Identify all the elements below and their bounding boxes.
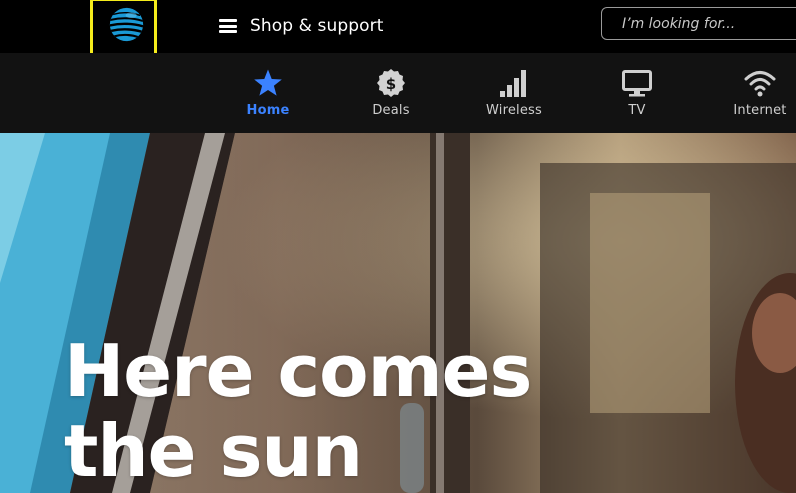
hero-title-line2: the sun <box>64 409 363 493</box>
dollar-badge-icon: $ <box>377 69 405 97</box>
hamburger-menu-icon <box>219 19 237 33</box>
hero-title-line1: Here comes <box>64 329 532 413</box>
nav-item-home[interactable]: Home <box>218 53 318 133</box>
nav-label-internet: Internet <box>733 103 787 118</box>
svg-text:$: $ <box>386 75 396 93</box>
star-icon <box>254 69 282 96</box>
nav-label-wireless: Wireless <box>486 103 542 118</box>
tv-icon <box>622 70 652 97</box>
nav-label-home: Home <box>246 103 290 118</box>
search-input[interactable] <box>601 7 796 40</box>
nav-item-wireless[interactable]: Wireless <box>464 53 564 133</box>
nav-label-deals: Deals <box>372 103 410 118</box>
menu-label: Shop & support <box>250 16 384 36</box>
nav-item-tv[interactable]: TV <box>587 53 687 133</box>
signal-bars-icon <box>500 70 526 97</box>
nav-item-internet[interactable]: Internet <box>710 53 796 133</box>
hero-title: Here comes the sun <box>64 329 532 493</box>
nav-label-tv: TV <box>628 103 646 118</box>
hero-banner: Here comes the sun <box>0 133 796 493</box>
nav-item-deals[interactable]: $ Deals <box>341 53 441 133</box>
att-globe-logo[interactable] <box>108 6 145 43</box>
wifi-icon <box>744 71 776 97</box>
shop-support-menu-button[interactable]: Shop & support <box>219 13 384 39</box>
top-bar: Shop & support <box>0 0 796 59</box>
main-nav: Home $ Deals Wireless TV Internet <box>0 53 796 133</box>
